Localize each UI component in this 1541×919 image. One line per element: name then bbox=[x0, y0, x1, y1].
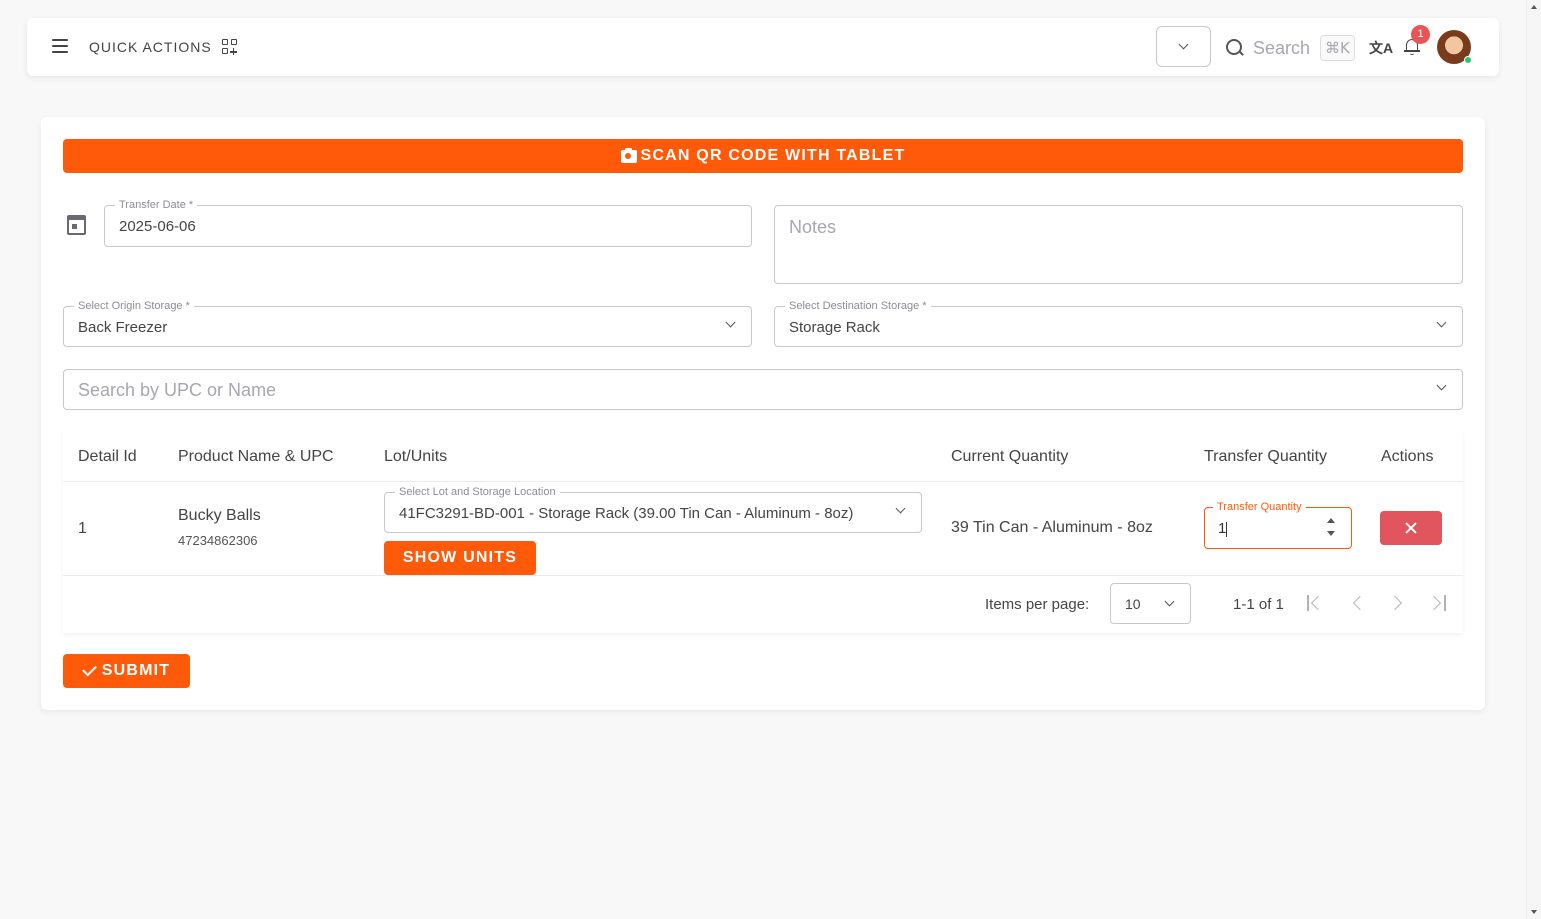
online-status-dot bbox=[1464, 56, 1472, 64]
header-product: Product Name & UPC bbox=[178, 448, 334, 465]
first-page-arrow bbox=[1310, 595, 1326, 611]
items-per-page-value: 10 bbox=[1125, 596, 1141, 612]
header-current-quantity: Current Quantity bbox=[951, 448, 1069, 465]
last-page-button[interactable] bbox=[1426, 592, 1449, 614]
global-search-trigger[interactable]: Search ⌘K bbox=[1226, 35, 1355, 61]
chevron-left-icon bbox=[1352, 595, 1368, 611]
top-navbar: QUICK ACTIONS Search ⌘K 文A 1 bbox=[27, 18, 1499, 76]
divider bbox=[63, 481, 1463, 482]
chevron-down-icon bbox=[895, 503, 906, 514]
chevron-down-icon bbox=[1164, 596, 1175, 607]
delete-row-button[interactable] bbox=[1380, 511, 1442, 545]
items-per-page-select[interactable]: 10 bbox=[1110, 583, 1191, 624]
notification-count-badge: 1 bbox=[1411, 25, 1430, 44]
search-label: Search bbox=[1253, 37, 1311, 58]
chevron-down-icon bbox=[1436, 317, 1447, 328]
origin-storage-label: Select Origin Storage * bbox=[74, 300, 194, 312]
next-page-button[interactable] bbox=[1387, 592, 1409, 614]
lot-location-value: 41FC3291-BD-001 - Storage Rack (39.00 Ti… bbox=[399, 505, 854, 522]
header-lot-units: Lot/Units bbox=[384, 448, 448, 465]
header-detail-id: Detail Id bbox=[78, 448, 137, 465]
submit-label: SUBMIT bbox=[101, 662, 171, 679]
scroll-up-icon[interactable] bbox=[1531, 5, 1537, 9]
origin-storage-select[interactable]: Select Origin Storage * Back Freezer bbox=[63, 300, 752, 347]
destination-storage-select[interactable]: Select Destination Storage * Storage Rac… bbox=[774, 300, 1463, 347]
items-per-page-label: Items per page: bbox=[985, 596, 1090, 613]
scroll-down-icon[interactable] bbox=[1531, 910, 1537, 914]
scan-qr-label: SCAN QR CODE WITH TABLET bbox=[640, 147, 906, 164]
transfer-quantity-value: 1 bbox=[1218, 520, 1227, 537]
stepper-up-icon[interactable] bbox=[1327, 518, 1335, 523]
hamburger-menu-icon[interactable] bbox=[52, 39, 68, 53]
lot-location-select[interactable]: Select Lot and Storage Location 41FC3291… bbox=[384, 486, 922, 533]
close-icon bbox=[1404, 521, 1418, 535]
transfer-quantity-input[interactable]: Transfer Quantity 1 bbox=[1204, 501, 1352, 549]
last-page-arrow bbox=[1426, 595, 1442, 611]
product-search-select[interactable]: Search by UPC or Name bbox=[63, 369, 1463, 410]
camera-icon bbox=[620, 147, 637, 163]
transfer-date-label: Transfer Date * bbox=[115, 199, 198, 211]
search-shortcut: ⌘K bbox=[1320, 35, 1355, 61]
workspace-select[interactable] bbox=[1156, 26, 1211, 67]
last-page-icon bbox=[1444, 595, 1446, 611]
user-avatar[interactable] bbox=[1437, 30, 1472, 64]
pagination-range: 1-1 of 1 bbox=[1233, 596, 1284, 613]
destination-storage-value: Storage Rack bbox=[789, 319, 880, 336]
header-transfer-quantity: Transfer Quantity bbox=[1204, 448, 1328, 465]
submit-button[interactable]: SUBMIT bbox=[63, 654, 190, 688]
search-icon bbox=[1226, 39, 1244, 57]
check-icon bbox=[81, 661, 97, 677]
destination-storage-label: Select Destination Storage * bbox=[785, 300, 931, 312]
header-actions: Actions bbox=[1381, 448, 1434, 465]
transfer-form-card: SCAN QR CODE WITH TABLET Transfer Date *… bbox=[41, 117, 1485, 710]
lot-location-label: Select Lot and Storage Location bbox=[395, 486, 560, 498]
transfer-quantity-label: Transfer Quantity bbox=[1213, 501, 1306, 513]
text-caret bbox=[1226, 521, 1228, 537]
scrollbar-thumb[interactable] bbox=[1531, 20, 1537, 896]
page-scrollbar[interactable] bbox=[1526, 0, 1541, 919]
translate-icon[interactable]: 文A bbox=[1369, 38, 1393, 58]
chevron-down-icon bbox=[1178, 39, 1189, 50]
transfer-items-table: Detail Id Product Name & UPC Lot/Units C… bbox=[63, 431, 1463, 633]
first-page-icon bbox=[1307, 595, 1309, 611]
previous-page-button[interactable] bbox=[1347, 592, 1369, 614]
grid-plus-icon bbox=[221, 39, 238, 55]
stepper-down-icon[interactable] bbox=[1327, 531, 1335, 536]
quantity-stepper[interactable] bbox=[1327, 518, 1335, 538]
first-page-button[interactable] bbox=[1305, 592, 1327, 614]
calendar-icon[interactable] bbox=[67, 215, 86, 235]
notes-placeholder: Notes bbox=[789, 217, 837, 237]
transfer-quantity-value-wrap: 1 bbox=[1218, 520, 1228, 537]
chevron-right-icon bbox=[1387, 595, 1403, 611]
current-quantity-cell: 39 Tin Can - Aluminum - 8oz bbox=[951, 519, 1153, 536]
quick-actions-button[interactable]: QUICK ACTIONS bbox=[89, 39, 238, 55]
detail-id-cell: 1 bbox=[78, 520, 87, 537]
divider bbox=[63, 575, 1463, 576]
transfer-date-value: 2025-06-06 bbox=[119, 218, 196, 235]
origin-storage-value: Back Freezer bbox=[78, 319, 168, 336]
chevron-down-icon bbox=[1436, 380, 1447, 391]
quick-actions-label: QUICK ACTIONS bbox=[89, 39, 212, 55]
scan-qr-button[interactable]: SCAN QR CODE WITH TABLET bbox=[63, 139, 1463, 173]
product-search-placeholder: Search by UPC or Name bbox=[78, 380, 277, 400]
product-upc-cell: 47234862306 bbox=[178, 533, 258, 548]
notes-textarea[interactable]: Notes bbox=[774, 205, 1463, 284]
show-units-button[interactable]: SHOW UNITS bbox=[384, 541, 536, 575]
transfer-date-field[interactable]: Transfer Date * 2025-06-06 bbox=[104, 199, 752, 247]
product-name-cell: Bucky Balls bbox=[178, 507, 261, 524]
chevron-down-icon bbox=[725, 317, 736, 328]
